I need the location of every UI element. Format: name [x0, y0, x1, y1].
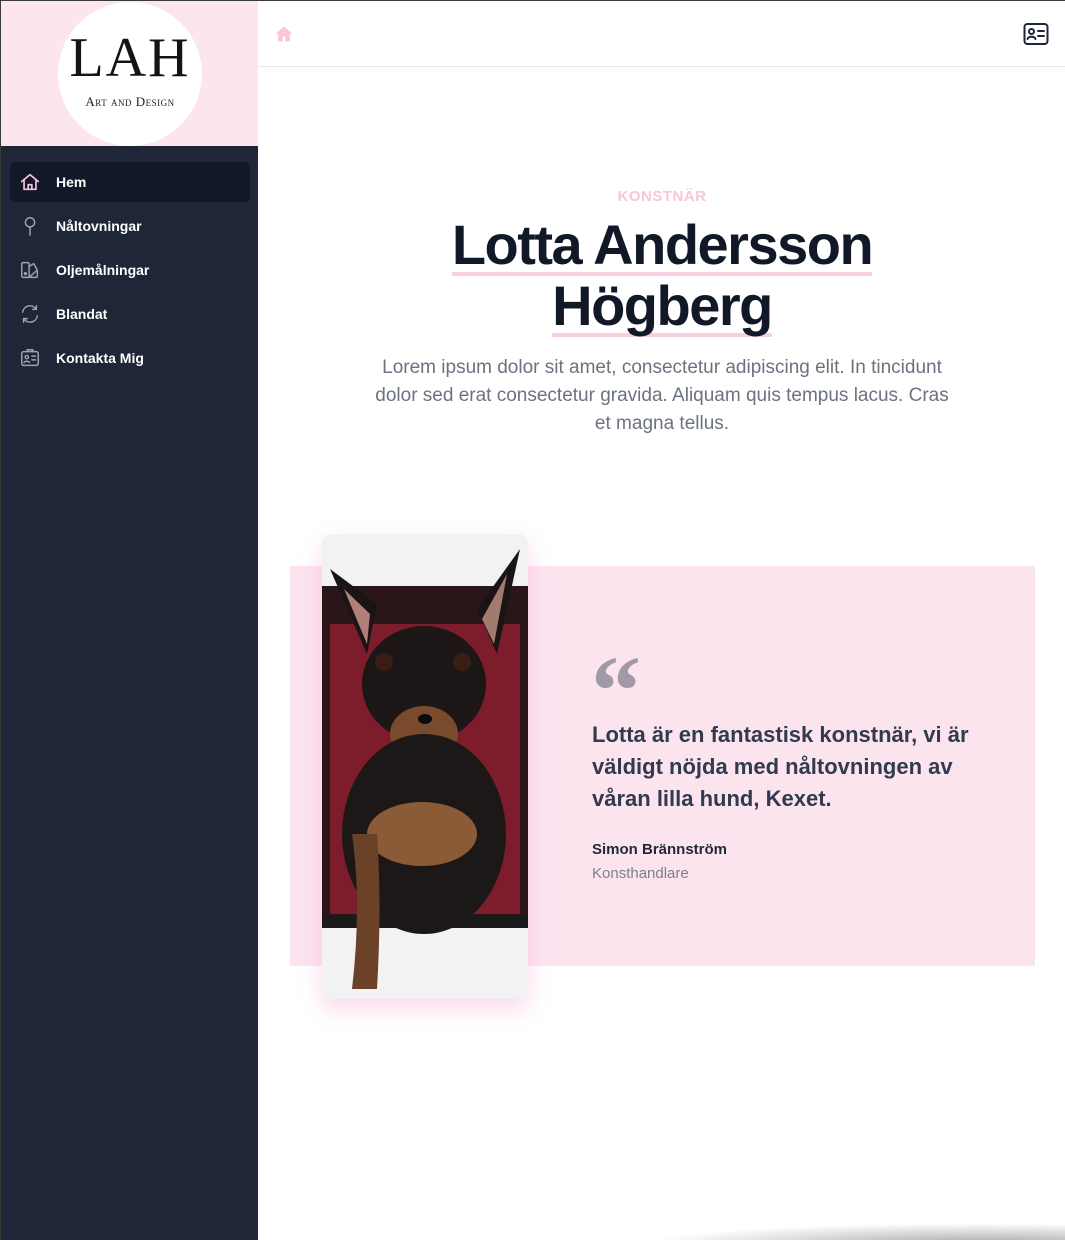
sidebar-item-blandat[interactable]: Blandat: [10, 294, 250, 334]
sidebar-item-label: Kontakta Mig: [56, 350, 144, 366]
quote-icon: “: [591, 635, 641, 746]
sidebar-item-oljemalningar[interactable]: Oljemålningar: [10, 250, 250, 290]
sidebar-item-naltovningar[interactable]: Nåltovningar: [10, 206, 250, 246]
felted-dog-image: [322, 534, 528, 999]
sidebar-item-kontakta-mig[interactable]: Kontakta Mig: [10, 338, 250, 378]
title-line-1: Lotta Andersson: [451, 213, 874, 276]
contact-card-icon[interactable]: [1022, 20, 1050, 48]
contact-card-icon: [19, 347, 41, 369]
sidebar-item-label: Hem: [56, 174, 87, 190]
logo-subtitle: Art and Design: [85, 94, 175, 109]
logo[interactable]: LAH Art and Design: [58, 2, 202, 146]
testimonial-role: Konsthandlare: [592, 865, 689, 882]
logo-area: LAH Art and Design: [1, 1, 258, 146]
sidebar-item-label: Nåltovningar: [56, 218, 142, 234]
refresh-icon: [19, 303, 41, 325]
eyebrow-label: KONSTNÄR: [617, 188, 707, 205]
testimonial-quote: Lotta är en fantastisk konstnär, vi är v…: [592, 722, 969, 811]
title-line-2: Högberg: [552, 274, 773, 337]
home-icon[interactable]: [274, 24, 294, 44]
sidebar-item-hem[interactable]: Hem: [10, 162, 250, 202]
sidebar-nav: Hem Nåltovningar Oljemålningar Blandat K…: [10, 162, 250, 382]
app-frame: LAH Art and Design Hem Nåltovningar Olje…: [0, 0, 1065, 1240]
palette-icon: [19, 259, 41, 281]
sidebar-item-label: Oljemålningar: [56, 262, 150, 278]
testimonial-author: Simon Brännström: [592, 841, 728, 858]
logo-text: LAH: [69, 27, 191, 89]
top-bar: [258, 1, 1065, 67]
sidebar-item-label: Blandat: [56, 306, 108, 322]
window-shadow: [641, 1223, 1065, 1240]
home-icon: [19, 171, 41, 193]
intro-text: Lorem ipsum dolor sit amet, consectetur …: [375, 357, 949, 434]
sidebar: LAH Art and Design Hem Nåltovningar Olje…: [1, 1, 258, 1240]
page-title: Lotta Andersson Högberg: [258, 215, 1065, 337]
pin-icon: [19, 215, 41, 237]
